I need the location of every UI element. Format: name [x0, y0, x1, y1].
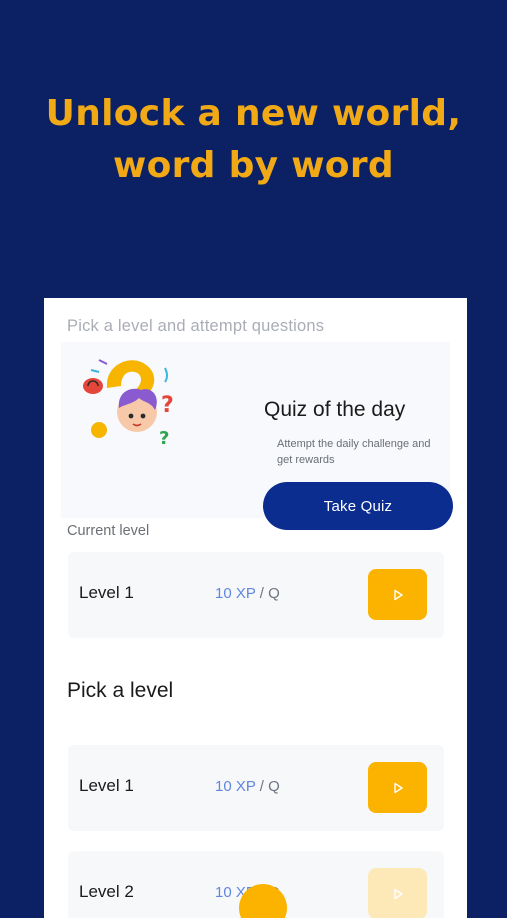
take-quiz-button[interactable]: Take Quiz — [263, 482, 453, 530]
levels-card: Pick a level and attempt questions ? ? Q… — [44, 298, 467, 918]
current-level-label: Current level — [67, 523, 150, 539]
play-icon — [393, 589, 403, 600]
level-name: Level 1 — [79, 583, 134, 602]
pick-a-level-heading: Pick a level — [67, 679, 174, 702]
xp-unit: / Q — [255, 778, 280, 795]
level-row: Level 1 10 XP / Q — [68, 745, 444, 831]
xp-value: 10 XP — [215, 585, 256, 602]
quiz-of-the-day-panel: ? ? Quiz of the day Attempt the daily ch… — [61, 342, 453, 530]
headline-line-1: Unlock a new world, — [45, 93, 462, 134]
level-xp: 10 XP / Q — [215, 778, 280, 795]
svg-text:?: ? — [159, 428, 169, 448]
play-level-2-button[interactable] — [368, 868, 427, 918]
play-icon — [393, 888, 403, 899]
level-name: Level 1 — [79, 776, 134, 795]
headline: Unlock a new world, word by word — [0, 88, 507, 192]
quiz-title: Quiz of the day — [264, 398, 406, 421]
xp-value: 10 XP — [215, 778, 256, 795]
headline-line-2: word by word — [113, 145, 394, 186]
level-name: Level 2 — [79, 882, 134, 901]
play-level-1-button[interactable] — [368, 762, 427, 813]
level-xp: 10 XP / Q — [215, 585, 280, 602]
question-mark-character-illustration: ? ? — [83, 359, 174, 448]
svg-text:?: ? — [161, 393, 174, 418]
quiz-description: Attempt the daily challenge and get rewa… — [277, 438, 431, 466]
current-level-row: Level 1 10 XP / Q — [68, 552, 444, 638]
play-icon — [393, 782, 403, 793]
xp-unit: / Q — [255, 585, 280, 602]
card-subtitle: Pick a level and attempt questions — [67, 317, 325, 335]
play-current-level-button[interactable] — [368, 569, 427, 620]
